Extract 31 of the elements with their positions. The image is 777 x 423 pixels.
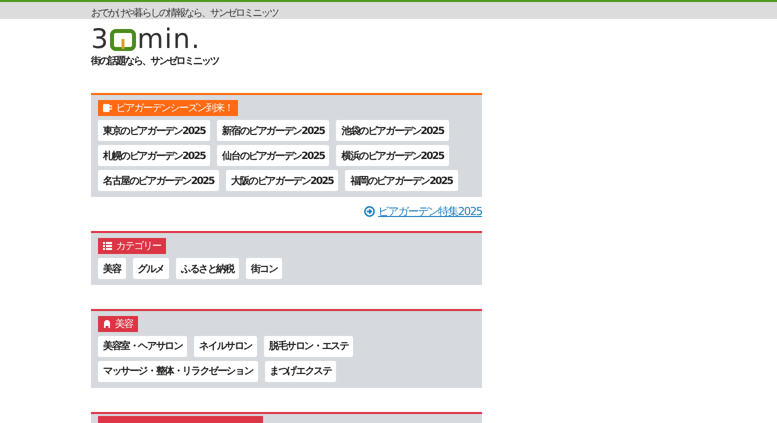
logo-text: 3 xyxy=(91,29,110,51)
category-link[interactable]: ふるさと納税 xyxy=(176,258,239,279)
category-link[interactable]: 新宿のビアガーデン2025 xyxy=(217,120,330,141)
category-link[interactable]: 東京のビアガーデン2025 xyxy=(98,120,210,141)
logo-mark-icon xyxy=(110,29,136,51)
category-link[interactable]: ネイルサロン xyxy=(194,336,258,356)
category-link[interactable]: まつげエクステ xyxy=(264,360,336,382)
person-icon xyxy=(103,319,111,328)
logo-text: min. xyxy=(137,29,201,51)
category-link[interactable]: 美容室・ヘアサロン xyxy=(98,336,188,356)
category-link[interactable]: 福岡のビアガーデン2025 xyxy=(345,170,458,191)
logo-tagline: 街の話題なら、サンゼロミニッツ xyxy=(91,54,218,68)
category-link[interactable]: 街コン xyxy=(246,258,282,279)
arrow-circle-icon xyxy=(364,206,375,217)
cup-icon xyxy=(103,104,112,112)
category-link[interactable]: グルメ xyxy=(132,258,170,279)
section-title: ビアガーデンシーズン到来！ xyxy=(116,102,233,115)
category-link[interactable]: 仙台のビアガーデン2025 xyxy=(217,145,330,166)
category-link[interactable]: 池袋のビアガーデン2025 xyxy=(336,120,449,141)
category-link[interactable]: 脱毛サロン・エステ xyxy=(264,336,354,356)
section-title: カテゴリー xyxy=(116,240,161,253)
category-link[interactable]: 美容 xyxy=(98,258,126,279)
category-link[interactable]: 大阪のビアガーデン2025 xyxy=(226,170,338,191)
list-icon xyxy=(103,242,112,250)
category-link[interactable]: 横浜のビアガーデン2025 xyxy=(336,145,449,166)
feature-link[interactable]: ビアガーデン特集2025 xyxy=(364,204,482,219)
category-link[interactable]: 札幌のビアガーデン2025 xyxy=(98,145,210,166)
category-link[interactable]: 名古屋のビアガーデン2025 xyxy=(98,170,220,191)
category-link[interactable]: マッサージ・整体・リラクゼーション xyxy=(98,360,258,382)
tagline-text: おでかけや暮らしの情報なら、サンゼロミニッツ xyxy=(91,8,278,19)
section-title: 美容 xyxy=(115,318,133,330)
